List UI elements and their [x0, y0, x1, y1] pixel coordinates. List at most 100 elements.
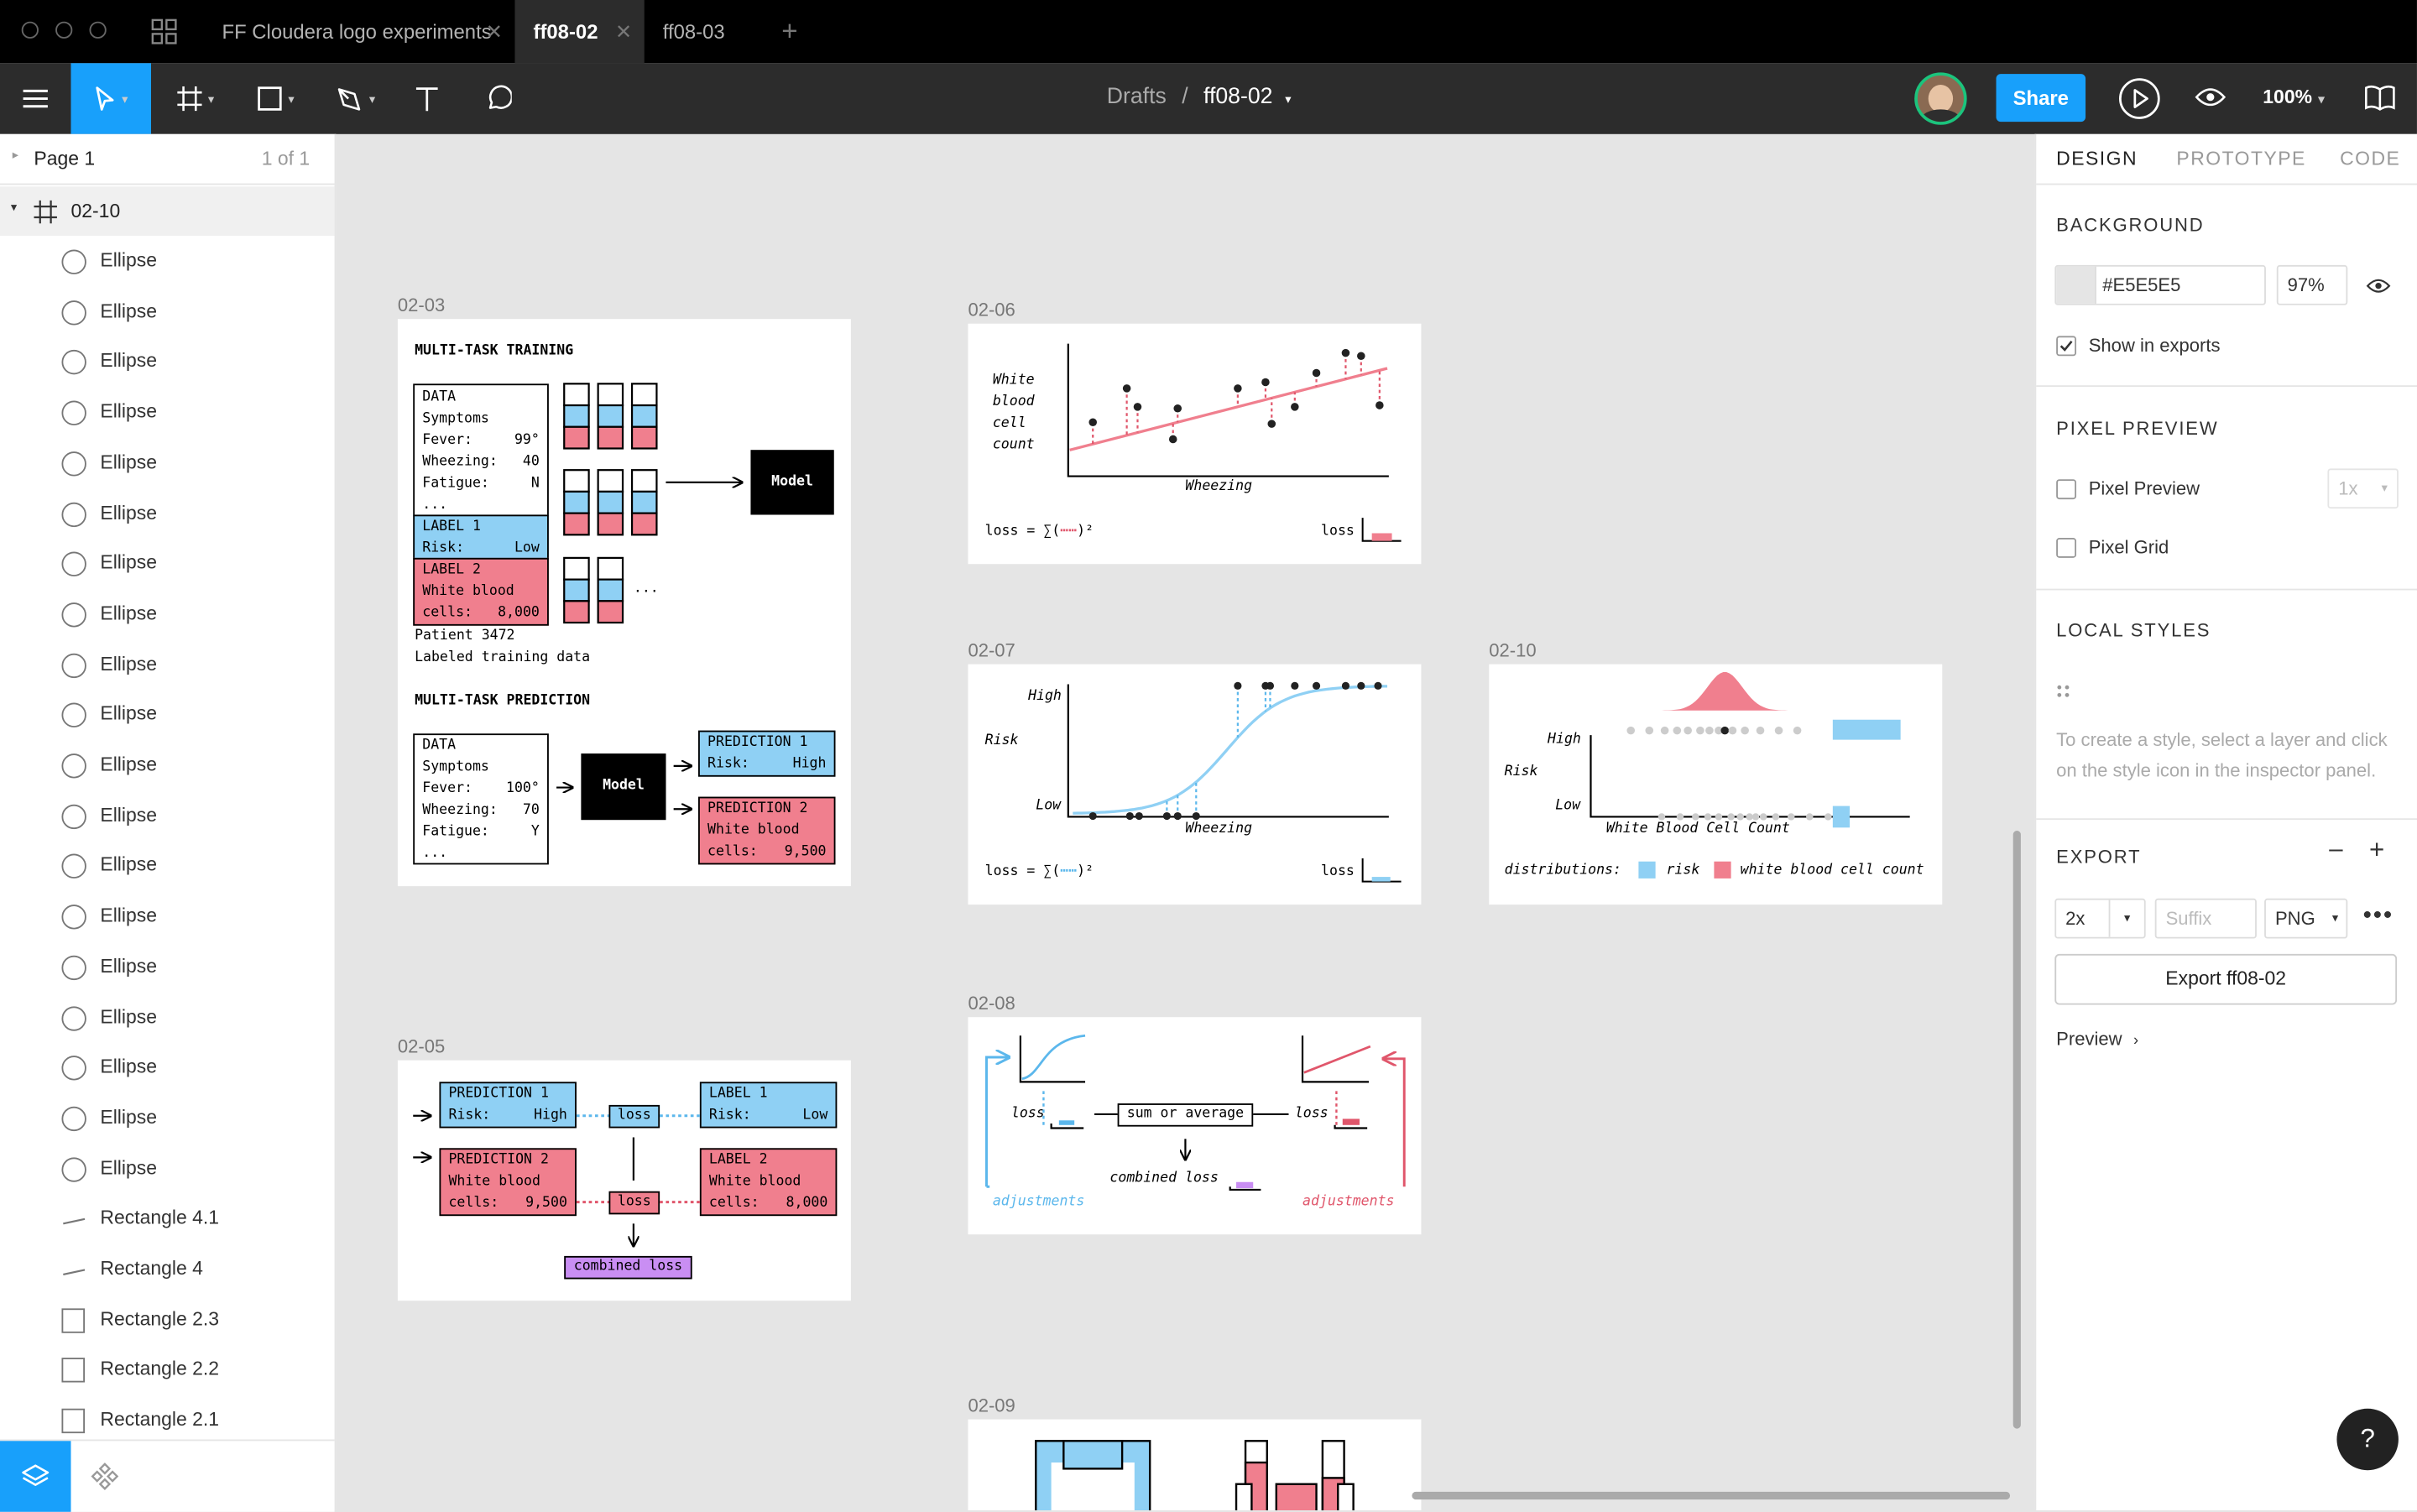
vertical-scrollbar[interactable] [2012, 830, 2021, 1429]
frame-0203[interactable]: MULTI-TASK TRAINING DATA Symptoms Fever:… [397, 319, 851, 887]
new-tab-plus-icon[interactable]: + [781, 15, 797, 48]
pixel-preview-scale-select[interactable]: 1x ▾ [2327, 468, 2399, 509]
library-book-icon[interactable] [2364, 85, 2395, 111]
color-swatch[interactable] [2056, 266, 2096, 304]
shape-tool-button[interactable]: ▾ [243, 63, 308, 133]
window-close-icon[interactable] [21, 21, 39, 39]
frame-0207[interactable]: High Risk Low Wheezing loss = ∑(┅┅)² los… [968, 664, 1422, 905]
remove-export-button[interactable]: – [2329, 837, 2342, 864]
frame-0210[interactable]: High Risk Low White Blood Cell Count dis… [1489, 664, 1943, 905]
layer-row[interactable]: Ellipse [0, 288, 335, 337]
layer-row[interactable]: Rectangle 4 [0, 1245, 335, 1295]
layer-row[interactable]: Ellipse [0, 1094, 335, 1144]
add-export-button[interactable]: + [2369, 835, 2384, 866]
pen-tool-button[interactable]: ▾ [324, 63, 389, 133]
chevron-down-icon[interactable]: ▾ [11, 201, 17, 215]
canvas[interactable]: 02-03 MULTI-TASK TRAINING DATA Symptoms … [336, 134, 2034, 1510]
more-options-icon[interactable]: ••• [2363, 903, 2394, 931]
frame-label-0205[interactable]: 02-05 [398, 1035, 445, 1057]
tab-file-3[interactable]: ff08-03 [645, 0, 771, 63]
axis-dot [1736, 813, 1744, 821]
horizontal-scrollbar[interactable] [1412, 1491, 2011, 1500]
zoom-level[interactable]: 100% ▾ [2263, 86, 2324, 108]
export-button[interactable]: Export ff08-02 [2054, 953, 2398, 1005]
frame-tool-button[interactable]: ▾ [164, 63, 228, 133]
menu-button[interactable] [0, 63, 70, 133]
export-format-select[interactable]: PNG ▾ [2264, 898, 2348, 939]
rectangle-icon [61, 1358, 86, 1384]
preview-toggle[interactable]: Preview › [2056, 1028, 2138, 1050]
export-scale-select[interactable]: 2x ▾ [2054, 898, 2146, 939]
window-minimize-icon[interactable] [55, 21, 73, 39]
layer-row[interactable]: Ellipse [0, 540, 335, 589]
layer-row[interactable]: Ellipse [0, 489, 335, 539]
layer-row[interactable]: Ellipse [0, 439, 335, 488]
bg-opacity-field[interactable]: 97% [2276, 264, 2348, 305]
layer-row[interactable]: Rectangle 4.1 [0, 1195, 335, 1244]
tab-prototype[interactable]: PROTOTYPE [2176, 148, 2305, 169]
avatar[interactable] [1914, 72, 1967, 125]
share-button[interactable]: Share [1996, 74, 2086, 123]
tab-code[interactable]: CODE [2340, 148, 2400, 169]
comment-tool-button[interactable] [475, 63, 521, 133]
layer-name: Ellipse [100, 905, 158, 927]
tab-file-2[interactable]: ff08-02 ✕ [514, 0, 645, 64]
frame-0206[interactable]: White blood cell count Wheezing loss = ∑(┅┅… [968, 323, 1422, 565]
visibility-eye-icon[interactable] [2366, 278, 2391, 295]
frame-label-0206[interactable]: 02-06 [968, 299, 1015, 321]
layer-row[interactable]: Rectangle 2.1 [0, 1396, 335, 1446]
frame-0205[interactable]: PREDICTION 1 Risk: High PREDICTION 2 Whit… [397, 1060, 851, 1301]
layer-frame-row[interactable]: ▾ 02-10 [0, 186, 335, 237]
layer-row[interactable]: Ellipse [0, 791, 335, 841]
layer-row[interactable]: Ellipse [0, 590, 335, 639]
layer-row[interactable]: Ellipse [0, 1044, 335, 1093]
layer-row[interactable]: Ellipse [0, 691, 335, 740]
ellipse-icon [61, 451, 86, 477]
show-in-exports-checkbox[interactable] [2056, 336, 2077, 357]
layer-row[interactable]: Ellipse [0, 842, 335, 892]
frame-label-0207[interactable]: 02-07 [968, 639, 1015, 661]
frame-label-0203[interactable]: 02-03 [398, 295, 445, 316]
help-button[interactable]: ? [2336, 1408, 2399, 1471]
frame-label-0209[interactable]: 02-09 [968, 1395, 1015, 1416]
close-icon[interactable]: ✕ [615, 0, 632, 63]
grid-icon[interactable] [151, 18, 177, 44]
layer-row[interactable]: Ellipse [0, 1144, 335, 1194]
window-maximize-icon[interactable] [89, 21, 107, 39]
frame-label-0210[interactable]: 02-10 [1489, 639, 1536, 661]
layer-row[interactable]: Ellipse [0, 237, 335, 287]
frame-0209[interactable] [968, 1419, 1422, 1510]
layer-row[interactable]: Ellipse [0, 993, 335, 1043]
chevron-down-icon[interactable]: ▾ [1285, 92, 1291, 107]
layer-row[interactable]: Rectangle 2.3 [0, 1296, 335, 1345]
layer-row[interactable]: Ellipse [0, 943, 335, 993]
layer-row[interactable]: Ellipse [0, 893, 335, 942]
text-tool-button[interactable] [404, 63, 450, 133]
chevron-down-icon[interactable]: ▾ [2108, 899, 2144, 937]
move-tool-button[interactable]: ▾ [70, 63, 151, 134]
layer-row[interactable]: Ellipse [0, 338, 335, 388]
breadcrumb-drafts[interactable]: Drafts [1107, 85, 1167, 109]
export-suffix-input[interactable]: Suffix [2154, 898, 2257, 939]
layer-row[interactable]: Rectangle 2.2 [0, 1346, 335, 1395]
tab-design[interactable]: DESIGN [2056, 148, 2138, 169]
chevron-down-icon: ▾ [2318, 92, 2325, 107]
frame-label-0208[interactable]: 02-08 [968, 993, 1015, 1014]
eye-icon[interactable] [2195, 86, 2226, 108]
breadcrumb-separator: / [1182, 85, 1188, 110]
pixel-grid-checkbox[interactable] [2056, 538, 2077, 558]
frame-0208[interactable]: loss loss sum or average combined loss a… [968, 1017, 1422, 1235]
present-play-icon[interactable] [2118, 77, 2161, 120]
close-icon[interactable]: ✕ [486, 0, 503, 63]
tab-file-1[interactable]: FF Cloudera logo experiments ✕ [203, 0, 514, 63]
layer-row[interactable]: Ellipse [0, 388, 335, 438]
layers-tab-button[interactable] [0, 1441, 71, 1512]
page-selector[interactable]: ▸ Page 1 1 of 1 [0, 134, 335, 185]
pixel-preview-checkbox[interactable] [2056, 479, 2077, 500]
style-dots-icon[interactable] [2056, 684, 2071, 699]
layer-row[interactable]: Ellipse [0, 640, 335, 690]
components-icon[interactable] [91, 1462, 119, 1490]
layer-row[interactable]: Ellipse [0, 741, 335, 790]
file-name[interactable]: ff08-02 [1203, 85, 1272, 109]
bg-color-field[interactable]: #E5E5E5 [2054, 264, 2266, 305]
